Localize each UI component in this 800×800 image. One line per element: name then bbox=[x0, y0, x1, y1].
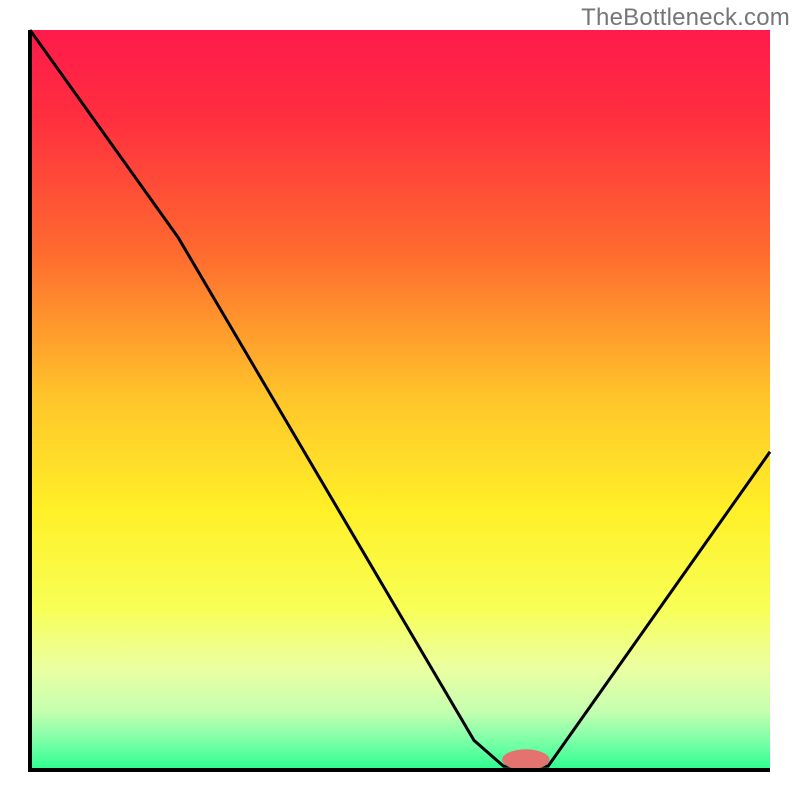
gradient-background bbox=[30, 30, 770, 770]
watermark-text: TheBottleneck.com bbox=[581, 4, 790, 32]
optimum-marker bbox=[502, 749, 549, 770]
bottleneck-chart bbox=[0, 0, 800, 800]
chart-container: TheBottleneck.com bbox=[0, 0, 800, 800]
